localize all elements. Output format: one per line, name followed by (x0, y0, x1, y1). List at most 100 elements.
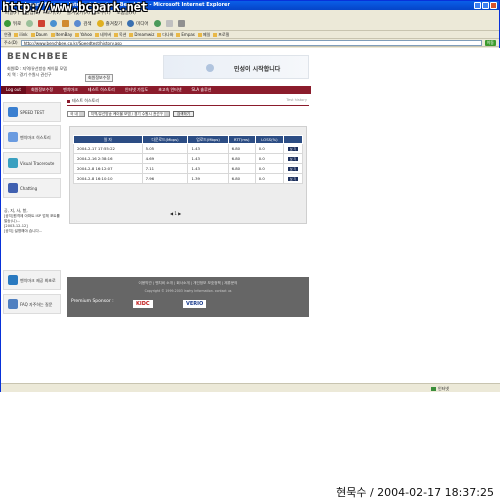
forward-arrow-icon (26, 20, 34, 27)
line-type-select[interactable]: 지역/유선방송 케이블 모뎀 / 경기 수원시 권선구 (87, 111, 170, 117)
site-logo[interactable]: BENCHBEE (7, 52, 69, 62)
col-download: 다운로드(Mbps) (141, 135, 189, 144)
link-item[interactable]: 네이버 (95, 31, 111, 38)
banner-graphic (206, 64, 214, 72)
link-item[interactable]: 옥션 (114, 31, 126, 38)
go-button[interactable]: 이동 (484, 39, 496, 46)
col-action (283, 135, 303, 144)
notice-line[interactable]: [공지]원격제 아파트 ISP 업체 포트를 발송(니)... (4, 214, 60, 224)
view-button[interactable]: 보 기 (287, 177, 299, 181)
nav-logout[interactable]: Log out (1, 86, 26, 94)
link-item[interactable]: 프로필 (213, 31, 229, 38)
link-item[interactable]: Daum (31, 31, 48, 38)
sidebar: SPEED TEST 벤치마크 히스토리 Visual Traceroute C… (1, 98, 62, 368)
view-button[interactable]: 보 기 (287, 157, 299, 161)
nav-benchmark[interactable]: 벤치마크 (58, 86, 83, 94)
search-icon (74, 20, 82, 27)
sidebar-item-faq[interactable]: FAQ 자주하는 질문 (3, 294, 61, 314)
close-icon[interactable] (490, 2, 497, 9)
col-rtt: RTT(ms) (227, 135, 256, 144)
cell-rtt: 6.80 (227, 163, 256, 174)
minimize-icon[interactable] (474, 2, 481, 9)
watermark: http://www.bcpark.net (2, 0, 148, 14)
chat-icon (8, 183, 18, 193)
cell-date: 2004-2-8 16:10:10 (73, 173, 143, 184)
bee-icon (8, 275, 18, 285)
print-button[interactable] (177, 20, 185, 27)
nav-broadband[interactable]: 초고속 인터넷 (153, 86, 186, 94)
cell-action: 보 기 (283, 153, 303, 164)
filter-row: 국 내 지역/유선방송 케이블 모뎀 / 경기 수원시 권선구 검색하기 (67, 111, 195, 117)
table-row: 2004-2-16 2:38:16 4.69 1.43 6.80 0.0 보 기 (73, 153, 303, 164)
cell-date: 2004-2-17 17:55:22 (73, 143, 143, 154)
status-bar: 인터넷 (1, 383, 500, 392)
link-item[interactable]: Empas (176, 31, 195, 38)
sponsor-logo-verio[interactable]: VERIO (183, 300, 207, 308)
link-item[interactable]: ilink (14, 31, 27, 38)
nav-test-history[interactable]: 테스트 히스토리 (83, 86, 120, 94)
main-nav: Log out 회원정보수정 벤치마크 테스트 히스토리 인터넷 가입도 초고속… (1, 86, 311, 94)
sidebar-item-traceroute[interactable]: Visual Traceroute (3, 152, 61, 174)
back-arrow-icon (4, 20, 11, 27)
faq-icon (8, 299, 18, 309)
sidebar-item-speed-test[interactable]: SPEED TEST (3, 102, 61, 122)
sidebar-item-label: FAQ 자주하는 질문 (20, 301, 53, 307)
sidebar-item-history[interactable]: 벤치마크 히스토리 (3, 125, 61, 149)
search-button[interactable]: 검색하기 (172, 111, 195, 117)
sidebar-item-label: Chatting (20, 185, 38, 191)
security-zone: 인터넷 (431, 384, 449, 393)
col-loss: LOSS(%) (254, 135, 285, 144)
link-item[interactable]: 메일 (198, 31, 210, 38)
main-panel: 테스트 히스토리 Test history 국 내 지역/유선방송 케이블 모뎀… (67, 98, 309, 278)
refresh-icon (50, 20, 58, 27)
link-item[interactable]: Dreamwiz (129, 31, 154, 38)
back-button[interactable]: 뒤로 (4, 20, 21, 27)
link-item[interactable]: Yahoo (75, 31, 92, 38)
cell-download: 7.96 (141, 173, 189, 184)
nav-internet-signup[interactable]: 인터넷 가입도 (120, 86, 153, 94)
sponsor-logo-kidc[interactable]: KIDC (133, 300, 153, 308)
user-info: 회원ID : 지역/유선방송 케이블 모뎀 지 역 : 경기 수원시 권선구 (7, 66, 67, 77)
media-icon (127, 20, 135, 27)
mail-button[interactable] (165, 20, 173, 27)
stop-button[interactable] (38, 20, 46, 27)
notice-line[interactable]: [공지] 설명해야 습니다... (4, 229, 60, 234)
country-select[interactable]: 국 내 (67, 111, 85, 117)
globe-icon (8, 158, 18, 168)
address-label: 주소(D) (4, 39, 18, 45)
view-button[interactable]: 보 기 (287, 147, 299, 151)
col-upload: 업로드(Mbps) (187, 135, 229, 144)
top-banner[interactable]: 민성이 시작합니다 (163, 55, 309, 79)
refresh-button[interactable] (50, 20, 58, 27)
search-button[interactable]: 검색 (74, 20, 92, 27)
view-button[interactable]: 보 기 (287, 167, 299, 171)
sidebar-item-label: 벤치마크 제공 최초로 (20, 277, 56, 283)
history-button[interactable] (153, 20, 161, 27)
window-controls (474, 2, 497, 9)
screenshot-caption: 현묵수 / 2004-02-17 18:37:25 (336, 486, 494, 499)
sidebar-item-label: Visual Traceroute (20, 160, 55, 166)
link-item[interactable]: ItemBay (51, 31, 73, 38)
link-item[interactable]: 다나와 (157, 31, 173, 38)
nav-sla[interactable]: SLA 솔루션 (187, 86, 217, 94)
table-row: 2004-2-8 16:10:10 7.96 1.39 6.80 0.0 보 기 (73, 173, 303, 184)
stop-icon (38, 20, 46, 27)
cell-action: 보 기 (283, 143, 303, 154)
media-button[interactable]: 미디어 (127, 20, 149, 27)
home-button[interactable] (62, 20, 70, 27)
nav-profile[interactable]: 회원정보수정 (26, 86, 58, 94)
forward-button[interactable] (26, 20, 34, 27)
sidebar-item-chatting[interactable]: Chatting (3, 178, 61, 198)
speedometer-icon (8, 107, 18, 117)
sidebar-item-benchmark-info[interactable]: 벤치마크 제공 최초로 (3, 270, 61, 290)
pagination[interactable]: ◀ 1 ▶ (170, 211, 181, 216)
footer-copyright: Copyright © 1999-2003 Inwhy Information.… (144, 289, 232, 293)
cell-download: 5.05 (141, 143, 189, 154)
maximize-icon[interactable] (482, 2, 489, 9)
address-input[interactable]: http://www.benchbee.co.kr/Speedtest/hist… (20, 39, 482, 46)
cell-loss: 0.0 (254, 143, 285, 154)
favorites-button[interactable]: 즐겨찾기 (96, 20, 122, 27)
edit-profile-button[interactable]: 회원정보수정 (85, 74, 114, 82)
cell-loss: 0.0 (254, 163, 285, 174)
footer-links[interactable]: 이용약관 | 벤치비 소개 | 회사소개 | 개인정보 보호정책 | 제휴문의 (67, 281, 309, 286)
